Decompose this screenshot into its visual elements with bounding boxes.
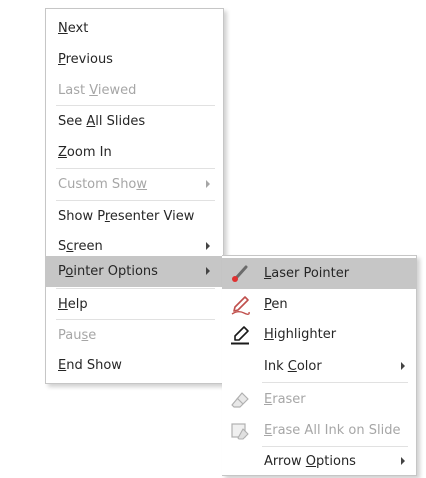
menu-item-label: End Show <box>58 358 122 373</box>
submenu-arrow-icon <box>401 457 405 465</box>
menu-item-zoom-in[interactable]: Zoom In <box>46 137 223 168</box>
menu-item-label: Highlighter <box>264 327 337 342</box>
menu-item-label: Pen <box>264 297 288 312</box>
menu-item-label: Pointer Options <box>58 264 158 279</box>
menu-item-label: Zoom In <box>58 145 112 160</box>
submenu-item-laser-pointer[interactable]: Laser Pointer <box>222 258 416 289</box>
menu-item-label: Ink Color <box>264 359 322 374</box>
menu-item-label: Custom Show <box>58 177 148 192</box>
menu-item-last-viewed: Last Viewed <box>46 75 223 106</box>
menu-item-label: Last Viewed <box>58 83 137 98</box>
menu-item-next[interactable]: Next <box>46 13 223 44</box>
slideshow-context-menu: Next Previous Last Viewed See All Slides… <box>45 8 224 384</box>
menu-item-label: Arrow Options <box>264 454 356 469</box>
menu-item-label: Previous <box>58 52 113 67</box>
submenu-arrow-icon <box>206 180 210 188</box>
eraser-icon <box>230 390 250 410</box>
submenu-item-eraser: Eraser <box>222 384 416 415</box>
menu-item-label: Screen <box>58 239 103 254</box>
menu-item-pause: Pause <box>46 320 223 351</box>
menu-separator <box>262 382 408 383</box>
laser-pointer-icon <box>230 264 250 284</box>
erase-all-ink-icon <box>230 421 250 441</box>
submenu-arrow-icon <box>401 362 405 370</box>
menu-item-label: Show Presenter View <box>58 209 195 224</box>
menu-item-help[interactable]: Help <box>46 289 223 320</box>
menu-item-label: Pause <box>58 328 97 343</box>
submenu-item-erase-all-ink: Erase All Ink on Slide <box>222 415 416 446</box>
submenu-item-highlighter[interactable]: Highlighter <box>222 319 416 350</box>
menu-item-label: Eraser <box>264 392 306 407</box>
submenu-arrow-icon <box>206 242 210 250</box>
menu-item-see-all-slides[interactable]: See All Slides <box>46 106 223 137</box>
pointer-options-submenu: Laser Pointer Pen Highlighter Ink Color <box>222 255 417 476</box>
menu-item-label: Help <box>58 297 88 312</box>
menu-item-end-show[interactable]: End Show <box>46 350 223 381</box>
submenu-item-ink-color[interactable]: Ink Color <box>222 351 416 382</box>
menu-item-pointer-options[interactable]: Pointer Options <box>46 256 223 287</box>
menu-item-custom-show: Custom Show <box>46 169 223 200</box>
menu-item-label: Laser Pointer <box>264 266 350 281</box>
highlighter-icon <box>230 325 250 345</box>
menu-item-label: Erase All Ink on Slide <box>264 423 401 438</box>
menu-item-label: Next <box>58 21 89 36</box>
submenu-item-arrow-options[interactable]: Arrow Options <box>222 446 416 477</box>
menu-item-label: See All Slides <box>58 114 146 129</box>
menu-item-previous[interactable]: Previous <box>46 44 223 75</box>
submenu-item-pen[interactable]: Pen <box>222 289 416 320</box>
pen-icon <box>230 295 250 315</box>
submenu-arrow-icon <box>206 267 210 275</box>
menu-item-show-presenter-view[interactable]: Show Presenter View <box>46 201 223 232</box>
